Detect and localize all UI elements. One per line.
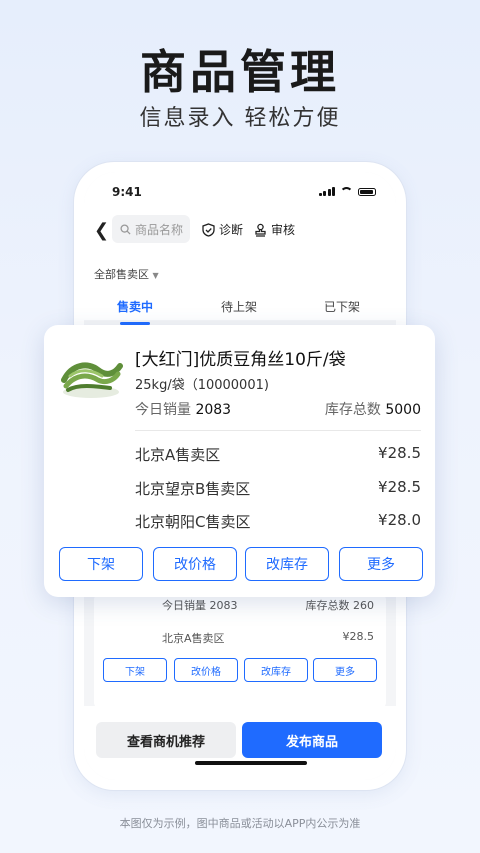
total-stock-value: 5000 <box>385 402 421 418</box>
product-title: [大红门]优质豆角丝10斤/袋 <box>135 350 346 370</box>
bg-stock-value: 260 <box>353 599 374 612</box>
status-tabs: 售卖中 待上架 已下架 <box>84 298 396 325</box>
edit-price-button[interactable]: 改价格 <box>153 547 237 581</box>
hero-title: 商品管理 <box>140 45 340 99</box>
zone-name: 北京朝阳C售卖区 <box>135 513 251 531</box>
zone-price-row: 北京朝阳C售卖区 ¥28.0 <box>135 511 421 532</box>
bg-sales: 今日销量 2083 <box>162 597 238 613</box>
status-icons <box>318 187 376 196</box>
bg-zone-price: ¥28.5 <box>342 630 375 643</box>
home-indicator <box>195 761 307 765</box>
tab-delisted[interactable]: 已下架 <box>312 298 372 315</box>
search-placeholder: 商品名称 <box>135 222 184 237</box>
diagnose-label: 诊断 <box>219 223 244 237</box>
bg-delist-button[interactable]: 下架 <box>103 658 167 682</box>
divider <box>135 430 421 431</box>
bg-zone-name: 北京A售卖区 <box>162 632 225 645</box>
zone-price-row: 北京望京B售卖区 ¥28.5 <box>135 478 421 499</box>
zone-price: ¥28.5 <box>378 478 421 496</box>
zone-price: ¥28.5 <box>378 444 421 462</box>
back-arrow-icon[interactable]: ❮ <box>94 220 109 241</box>
bg-edit-stock-button[interactable]: 改库存 <box>244 658 308 682</box>
zone-price-row: 北京A售卖区 ¥28.5 <box>135 444 421 465</box>
bg-more-button[interactable]: 更多 <box>313 658 377 682</box>
zone-name: 北京A售卖区 <box>135 446 221 464</box>
today-sales-label: 今日销量 <box>135 402 191 418</box>
bg-edit-price-button[interactable]: 改价格 <box>174 658 238 682</box>
status-time: 9:41 <box>112 185 142 199</box>
edit-stock-button[interactable]: 改库存 <box>245 547 329 581</box>
search-icon <box>120 223 131 235</box>
tab-on-sale[interactable]: 售卖中 <box>105 298 165 315</box>
shield-check-icon <box>202 222 215 237</box>
hero-subtitle: 信息录入 轻松方便 <box>139 106 341 131</box>
stamp-icon <box>255 223 266 237</box>
bg-stock: 库存总数 260 <box>306 597 375 613</box>
bottom-action-bar: 查看商机推荐 发布商品 <box>84 706 396 780</box>
zone-name: 北京望京B售卖区 <box>135 480 251 498</box>
product-spec: 25kg/袋（10000001) <box>135 378 269 393</box>
view-opportunities-button[interactable]: 查看商机推荐 <box>96 722 236 758</box>
nav-bar: ❮ 商品名称 诊断 审核 <box>84 212 396 246</box>
delist-button[interactable]: 下架 <box>59 547 143 581</box>
today-sales: 今日销量 2083 <box>135 399 231 419</box>
zone-filter-dropdown[interactable]: 全部售卖区 ▼ <box>94 266 159 282</box>
total-stock-label: 库存总数 <box>324 402 381 418</box>
zone-price: ¥28.0 <box>378 511 421 529</box>
publish-product-button[interactable]: 发布商品 <box>242 722 382 758</box>
product-image <box>61 362 123 398</box>
bg-sales-label: 今日销量 <box>162 599 206 612</box>
battery-icon <box>358 188 376 196</box>
bg-stock-label: 库存总数 <box>305 599 350 612</box>
diagnose-button[interactable]: 诊断 <box>202 221 243 238</box>
today-sales-value: 2083 <box>195 402 232 418</box>
zone-filter-label: 全部售卖区 <box>94 268 149 281</box>
caret-down-icon: ▼ <box>152 271 159 280</box>
signal-icon <box>318 187 335 196</box>
more-button[interactable]: 更多 <box>339 547 423 581</box>
wifi-icon <box>340 187 353 196</box>
tab-pending[interactable]: 待上架 <box>209 298 269 315</box>
review-label: 审核 <box>271 223 296 237</box>
total-stock: 库存总数 5000 <box>325 399 421 419</box>
featured-product-card: [大红门]优质豆角丝10斤/袋 25kg/袋（10000001) 今日销量 20… <box>44 325 435 597</box>
bg-sales-value: 2083 <box>209 599 238 612</box>
search-input[interactable]: 商品名称 <box>112 215 190 243</box>
disclaimer-text: 本图仅为示例，图中商品或活动以APP内公示为准 <box>119 817 361 830</box>
review-button[interactable]: 审核 <box>254 221 295 238</box>
